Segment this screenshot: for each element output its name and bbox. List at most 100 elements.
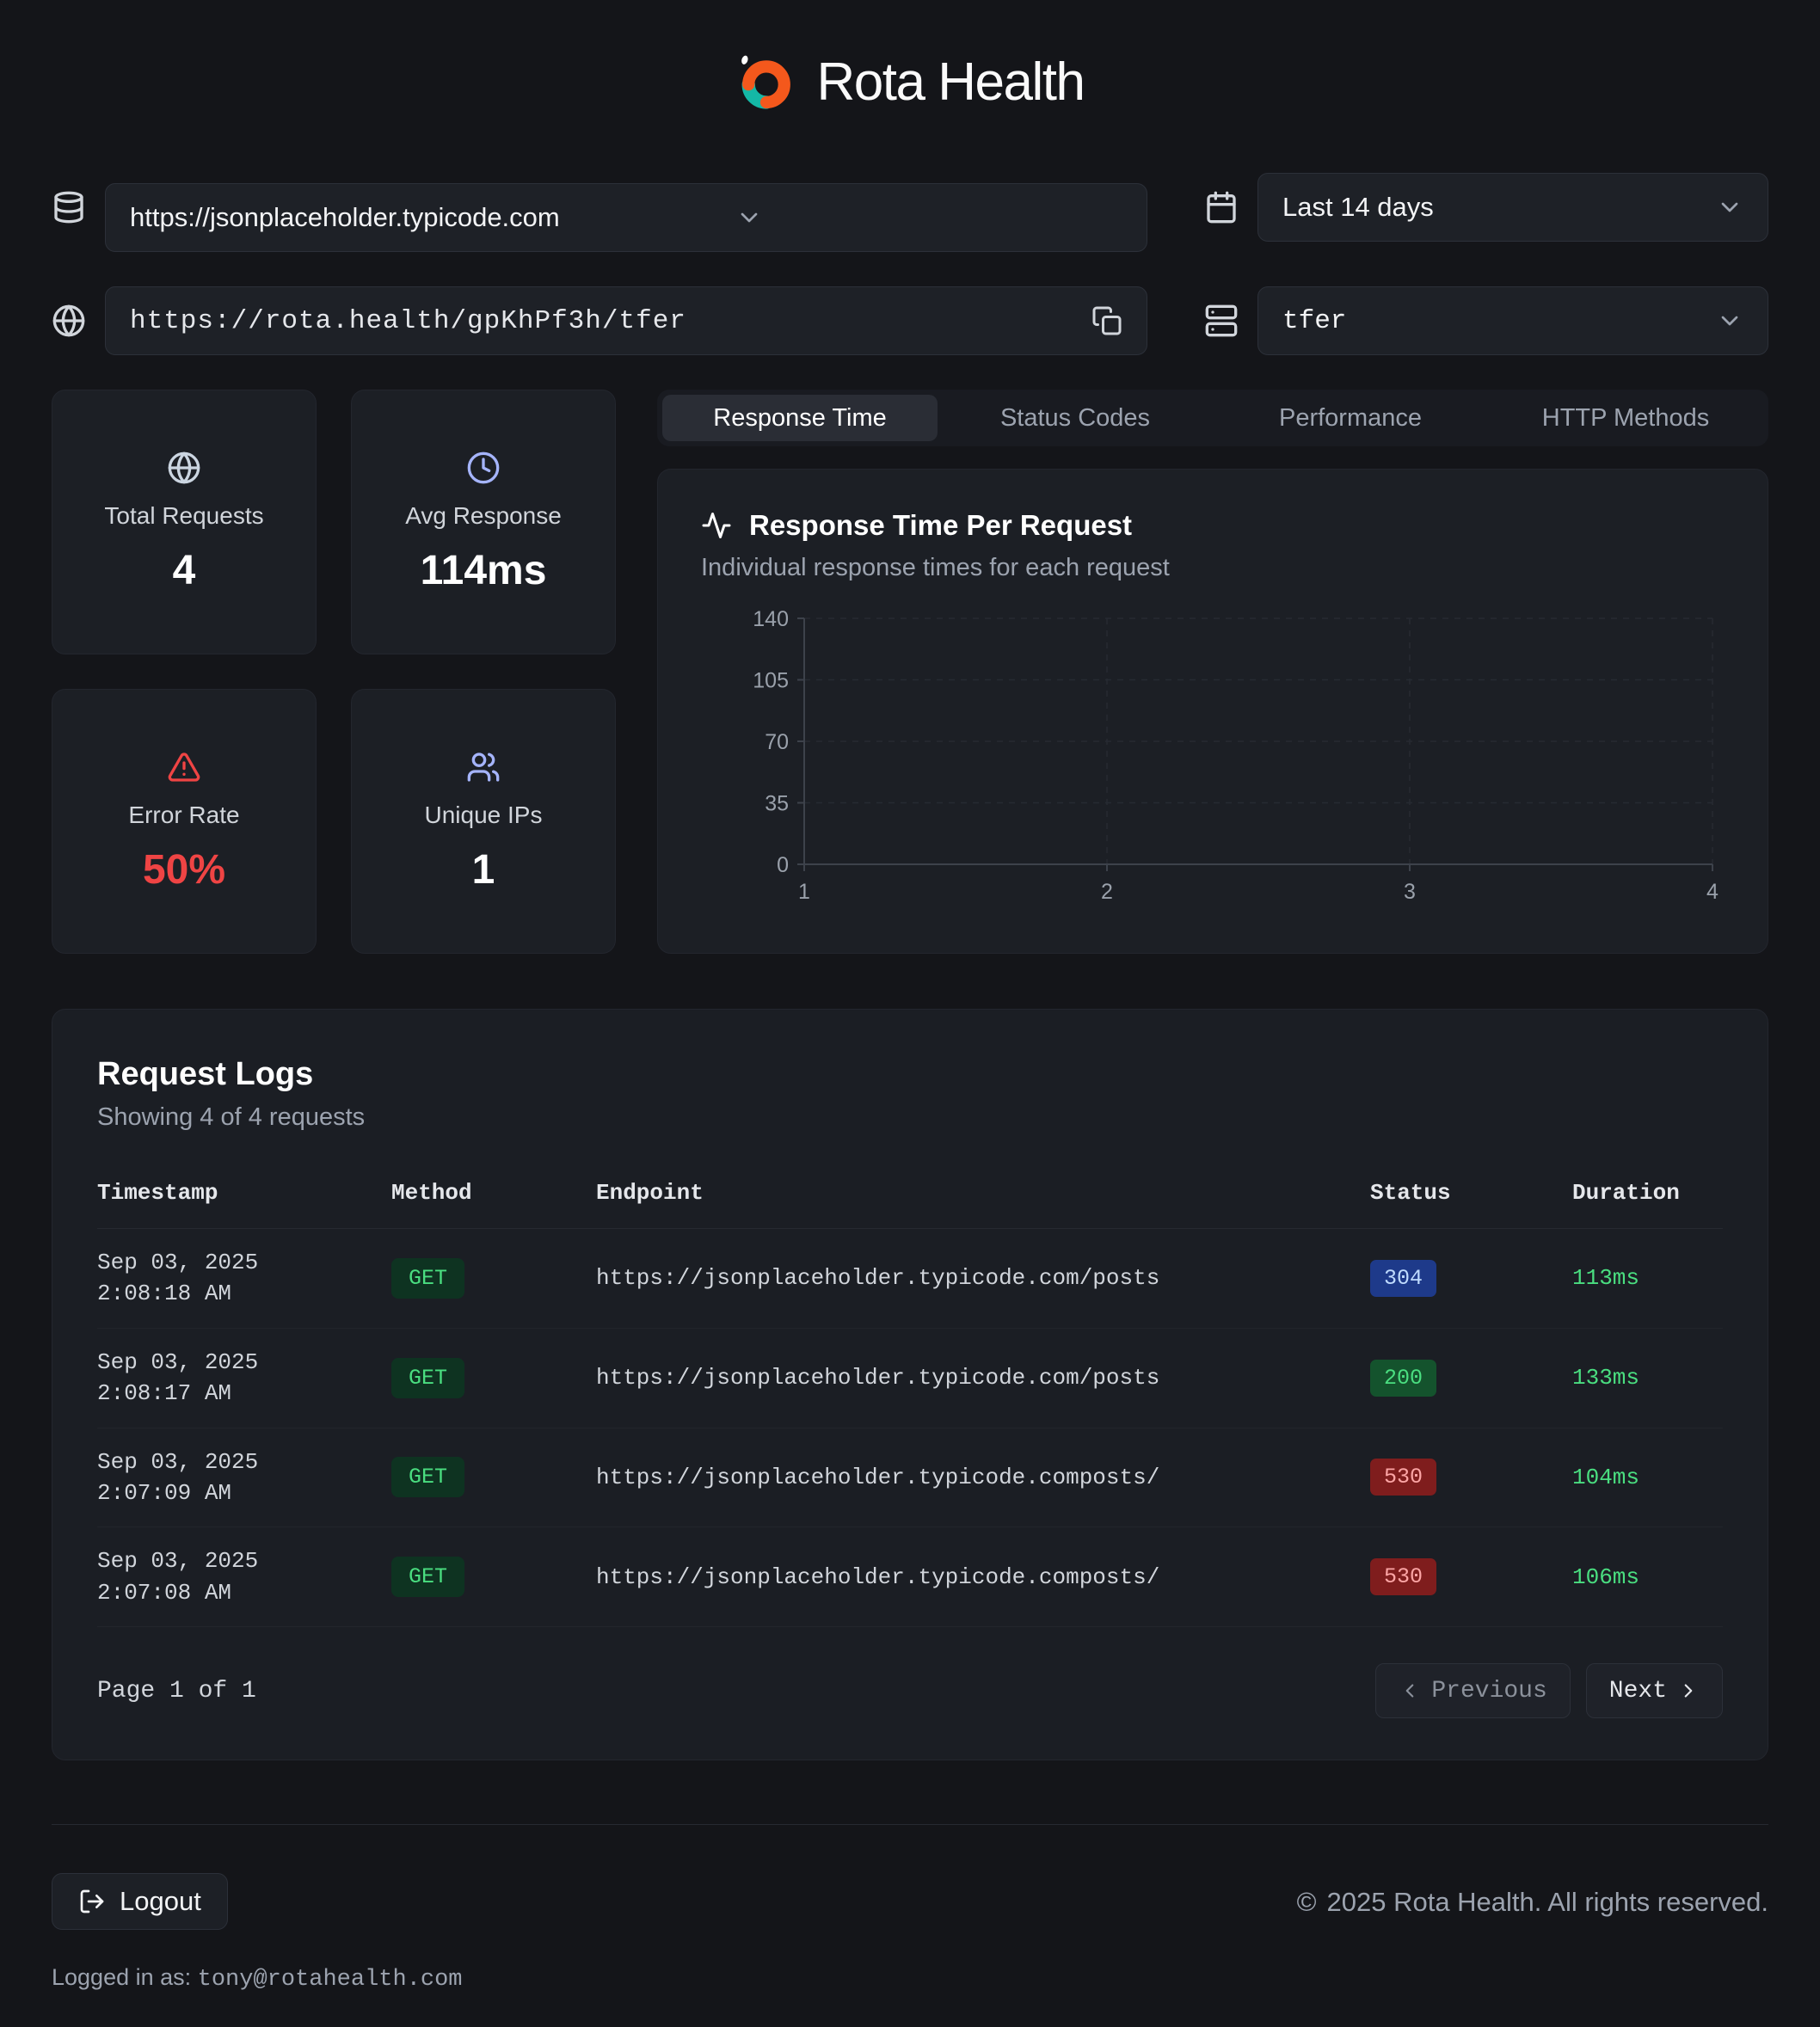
log-table-header: Timestamp Method Endpoint Status Duratio… xyxy=(97,1164,1723,1229)
copy-icon[interactable] xyxy=(1091,305,1122,336)
method-cell: GET xyxy=(391,1258,596,1299)
monitor-url-field[interactable]: https://rota.health/gpKhPf3h/tfer xyxy=(105,286,1147,355)
footer-divider xyxy=(52,1824,1768,1825)
footer-left: Logout Logged in as: tony@rotahealth.com xyxy=(52,1873,463,1993)
endpoint-cell: https://jsonplaceholder.typicode.com/pos… xyxy=(596,1265,1370,1291)
date-range-group: Last 14 days xyxy=(1204,173,1768,242)
stat-label: Total Requests xyxy=(104,502,263,530)
method-badge: GET xyxy=(391,1457,464,1497)
stat-card-unique-ips: Unique IPs 1 xyxy=(351,689,616,954)
stat-value: 50% xyxy=(143,846,225,894)
y-tick-label: 35 xyxy=(765,792,789,816)
tab-http-methods[interactable]: HTTP Methods xyxy=(1488,395,1763,441)
stats-grid: Total Requests 4 Avg Response 114ms Erro… xyxy=(52,390,616,954)
previous-page-button[interactable]: Previous xyxy=(1375,1663,1570,1718)
y-tick-label: 105 xyxy=(753,669,789,693)
tab-status-codes[interactable]: Status Codes xyxy=(938,395,1213,441)
date-range-select[interactable]: Last 14 days xyxy=(1257,173,1768,242)
log-table-row: Sep 03, 2025 2:08:18 AM GET https://json… xyxy=(97,1229,1723,1329)
endpoint-cell: https://jsonplaceholder.typicode.compost… xyxy=(596,1465,1370,1490)
log-table-row: Sep 03, 2025 2:07:09 AM GET https://json… xyxy=(97,1428,1723,1528)
duration-cell: 133ms xyxy=(1572,1365,1723,1391)
status-badge: 304 xyxy=(1370,1260,1436,1297)
stat-card-avg-response: Avg Response 114ms xyxy=(351,390,616,654)
logged-in-status: Logged in as: tony@rotahealth.com xyxy=(52,1964,463,1993)
x-tick-label: 2 xyxy=(1101,880,1113,904)
alert-triangle-icon xyxy=(167,750,201,784)
stat-card-total-requests: Total Requests 4 xyxy=(52,390,317,654)
stat-value: 114ms xyxy=(421,547,547,594)
activity-icon xyxy=(701,510,732,541)
target-site-value: https://jsonplaceholder.typicode.com xyxy=(130,202,694,233)
monitor-url-value: https://rota.health/gpKhPf3h/tfer xyxy=(130,306,686,336)
tab-performance[interactable]: Performance xyxy=(1213,395,1488,441)
rota-health-logo-icon xyxy=(736,52,796,113)
response-time-chart-card: Response Time Per Request Individual res… xyxy=(657,469,1768,954)
timestamp-cell: Sep 03, 2025 2:08:18 AM xyxy=(97,1247,391,1310)
next-page-label: Next xyxy=(1609,1678,1667,1705)
monitor-select[interactable]: tfer xyxy=(1257,286,1768,355)
monitor-select-value: tfer xyxy=(1282,306,1346,336)
chart-subtitle: Individual response times for each reque… xyxy=(701,554,1725,582)
method-badge: GET xyxy=(391,1258,464,1299)
controls-row-1: https://jsonplaceholder.typicode.com Las… xyxy=(52,163,1768,252)
chevron-down-icon xyxy=(1716,307,1743,335)
method-cell: GET xyxy=(391,1457,596,1497)
timestamp-cell: Sep 03, 2025 2:07:09 AM xyxy=(97,1447,391,1509)
timestamp-time: 2:08:17 AM xyxy=(97,1378,391,1409)
status-cell: 304 xyxy=(1370,1260,1572,1297)
header: Rota Health xyxy=(52,41,1768,163)
request-log-table: Timestamp Method Endpoint Status Duratio… xyxy=(97,1164,1723,1627)
clock-icon xyxy=(466,451,501,485)
date-range-value: Last 14 days xyxy=(1282,192,1434,223)
footer: Logout Logged in as: tony@rotahealth.com… xyxy=(52,1873,1768,1993)
response-time-chart: 140 105 70 35 0 1 2 3 4 xyxy=(701,606,1725,907)
controls-row-2: https://rota.health/gpKhPf3h/tfer tfer xyxy=(52,286,1768,355)
next-page-button[interactable]: Next xyxy=(1586,1663,1723,1718)
main-area: Total Requests 4 Avg Response 114ms Erro… xyxy=(52,390,1768,954)
chart-title: Response Time Per Request xyxy=(749,509,1132,542)
col-header-timestamp: Timestamp xyxy=(97,1180,391,1206)
col-header-duration: Duration xyxy=(1572,1180,1723,1206)
y-tick-label: 0 xyxy=(777,853,789,877)
timestamp-cell: Sep 03, 2025 2:08:17 AM xyxy=(97,1347,391,1410)
method-cell: GET xyxy=(391,1358,596,1398)
log-table-body: Sep 03, 2025 2:08:18 AM GET https://json… xyxy=(97,1229,1723,1627)
log-table-row: Sep 03, 2025 2:07:08 AM GET https://json… xyxy=(97,1527,1723,1627)
monitor-select-group: tfer xyxy=(1204,286,1768,355)
log-table-row: Sep 03, 2025 2:08:17 AM GET https://json… xyxy=(97,1329,1723,1428)
timestamp-date: Sep 03, 2025 xyxy=(97,1545,391,1576)
timestamp-date: Sep 03, 2025 xyxy=(97,1347,391,1378)
status-badge: 200 xyxy=(1370,1360,1436,1397)
pagination-buttons: Previous Next xyxy=(1375,1663,1723,1718)
previous-page-label: Previous xyxy=(1431,1678,1546,1705)
logged-in-user: tony@rotahealth.com xyxy=(198,1967,463,1993)
request-logs-card: Request Logs Showing 4 of 4 requests Tim… xyxy=(52,1009,1768,1760)
logs-title: Request Logs xyxy=(97,1056,1723,1093)
stat-card-error-rate: Error Rate 50% xyxy=(52,689,317,954)
copyright-text: 2025 Rota Health. All rights reserved. xyxy=(1327,1887,1769,1918)
copyright-notice: © 2025 Rota Health. All rights reserved. xyxy=(1297,1887,1768,1918)
chevron-right-icon xyxy=(1677,1680,1700,1702)
pagination: Page 1 of 1 Previous Next xyxy=(97,1663,1723,1718)
col-header-endpoint: Endpoint xyxy=(596,1180,1370,1206)
timestamp-cell: Sep 03, 2025 2:07:08 AM xyxy=(97,1545,391,1608)
tab-response-time[interactable]: Response Time xyxy=(662,395,938,441)
target-site-select[interactable]: https://jsonplaceholder.typicode.com xyxy=(105,183,1147,252)
y-tick-label: 140 xyxy=(753,607,789,631)
status-badge: 530 xyxy=(1370,1558,1436,1595)
timestamp-time: 2:08:18 AM xyxy=(97,1278,391,1309)
x-tick-label: 1 xyxy=(798,880,810,904)
duration-cell: 106ms xyxy=(1572,1564,1723,1590)
calendar-icon xyxy=(1204,190,1239,224)
timestamp-date: Sep 03, 2025 xyxy=(97,1447,391,1477)
logout-button[interactable]: Logout xyxy=(52,1873,228,1930)
stat-label: Error Rate xyxy=(128,802,239,829)
server-icon xyxy=(1204,304,1239,338)
globe-icon xyxy=(167,451,201,485)
app-title: Rota Health xyxy=(817,52,1085,113)
method-badge: GET xyxy=(391,1557,464,1597)
users-icon xyxy=(466,750,501,784)
stat-label: Avg Response xyxy=(405,502,562,530)
chevron-left-icon xyxy=(1399,1680,1421,1702)
